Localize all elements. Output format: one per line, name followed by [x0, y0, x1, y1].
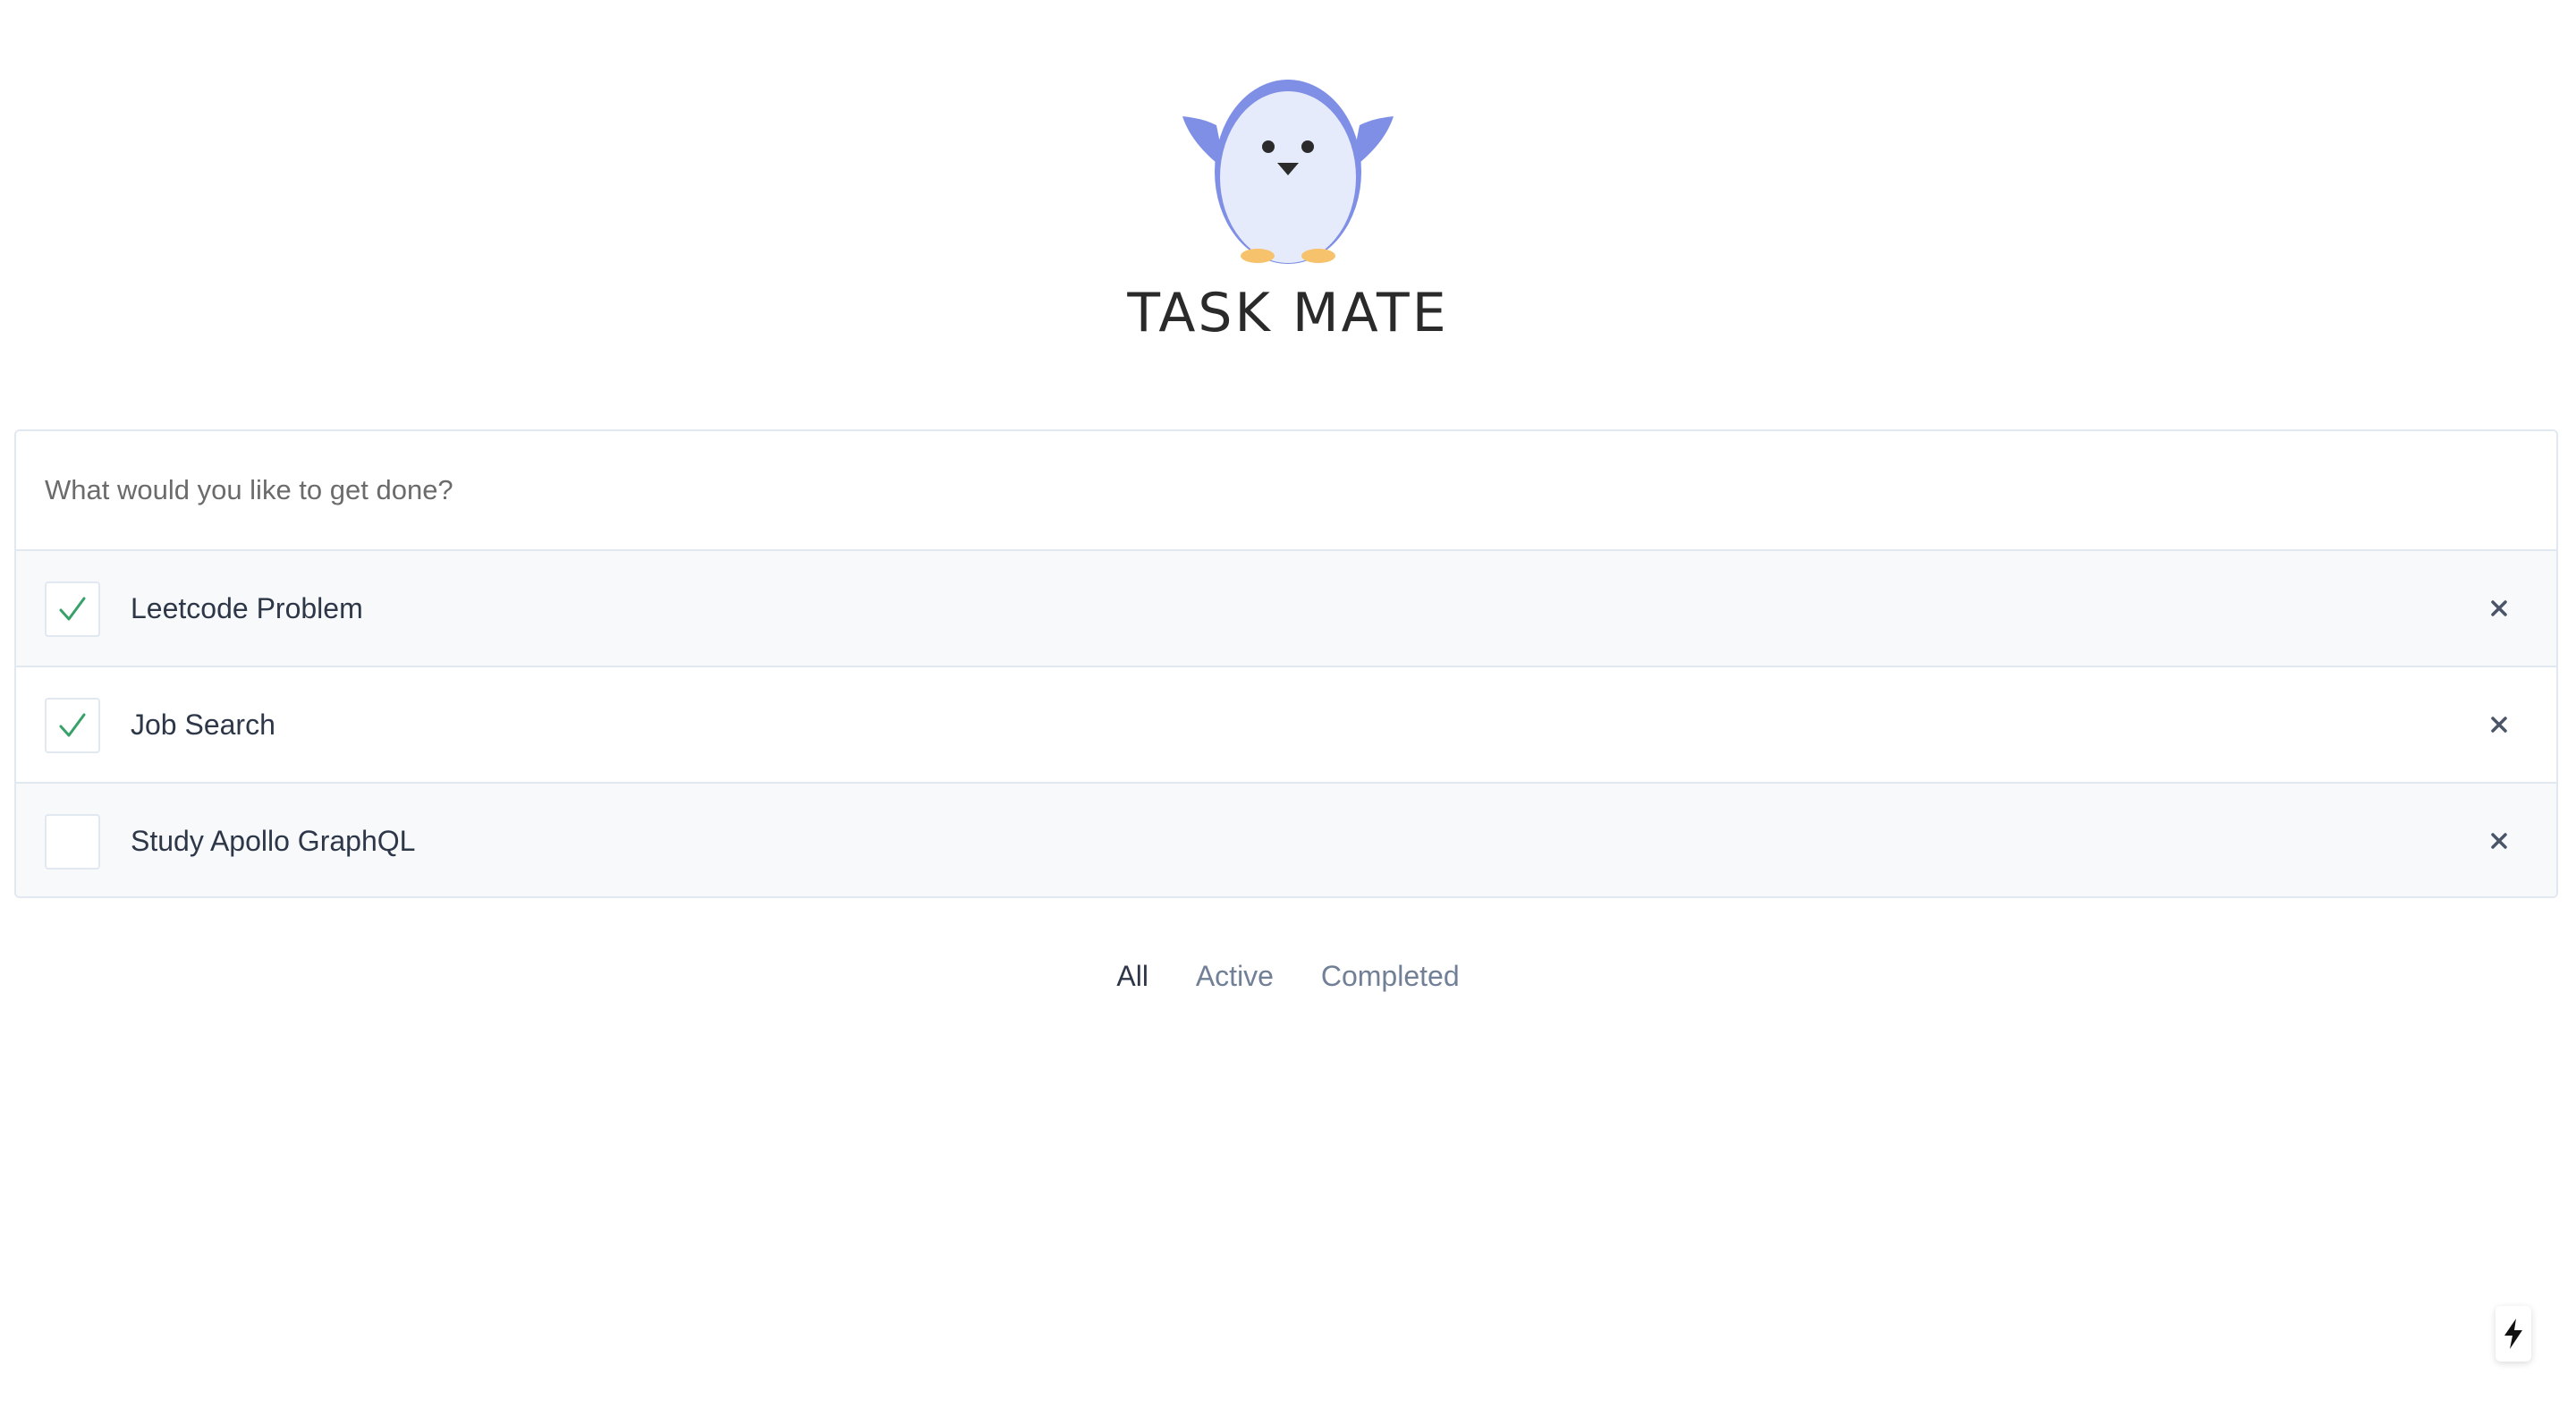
new-task-input[interactable] [16, 431, 2556, 551]
filter-all[interactable]: All [1116, 954, 1148, 998]
task-row: Study Apollo GraphQL [16, 784, 2556, 896]
bolt-button[interactable] [2496, 1306, 2531, 1362]
check-icon [59, 597, 86, 621]
task-row: Leetcode Problem [16, 551, 2556, 667]
close-icon [2491, 717, 2507, 733]
filter-completed[interactable]: Completed [1321, 954, 1460, 998]
task-checkbox[interactable] [45, 698, 100, 753]
check-icon [59, 713, 86, 737]
lightning-bolt-icon [2504, 1319, 2522, 1349]
task-label: Study Apollo GraphQL [131, 825, 416, 857]
task-label: Job Search [131, 708, 275, 741]
close-icon [2491, 833, 2507, 849]
todo-card: Leetcode Problem Job Search Study Apollo… [14, 429, 2558, 898]
app-title: TASK MATE [1127, 282, 1449, 344]
delete-task-button[interactable] [2481, 590, 2517, 626]
task-row: Job Search [16, 667, 2556, 784]
app-header: TASK MATE [0, 0, 2576, 358]
delete-task-button[interactable] [2481, 707, 2517, 742]
task-checkbox[interactable] [45, 581, 100, 637]
task-label: Leetcode Problem [131, 592, 363, 624]
task-checkbox[interactable] [45, 814, 100, 870]
delete-task-button[interactable] [2481, 823, 2517, 859]
close-icon [2491, 600, 2507, 616]
filter-bar: All Active Completed [0, 954, 2576, 998]
filter-active[interactable]: Active [1196, 954, 1274, 998]
penguin-icon [1182, 80, 1394, 264]
